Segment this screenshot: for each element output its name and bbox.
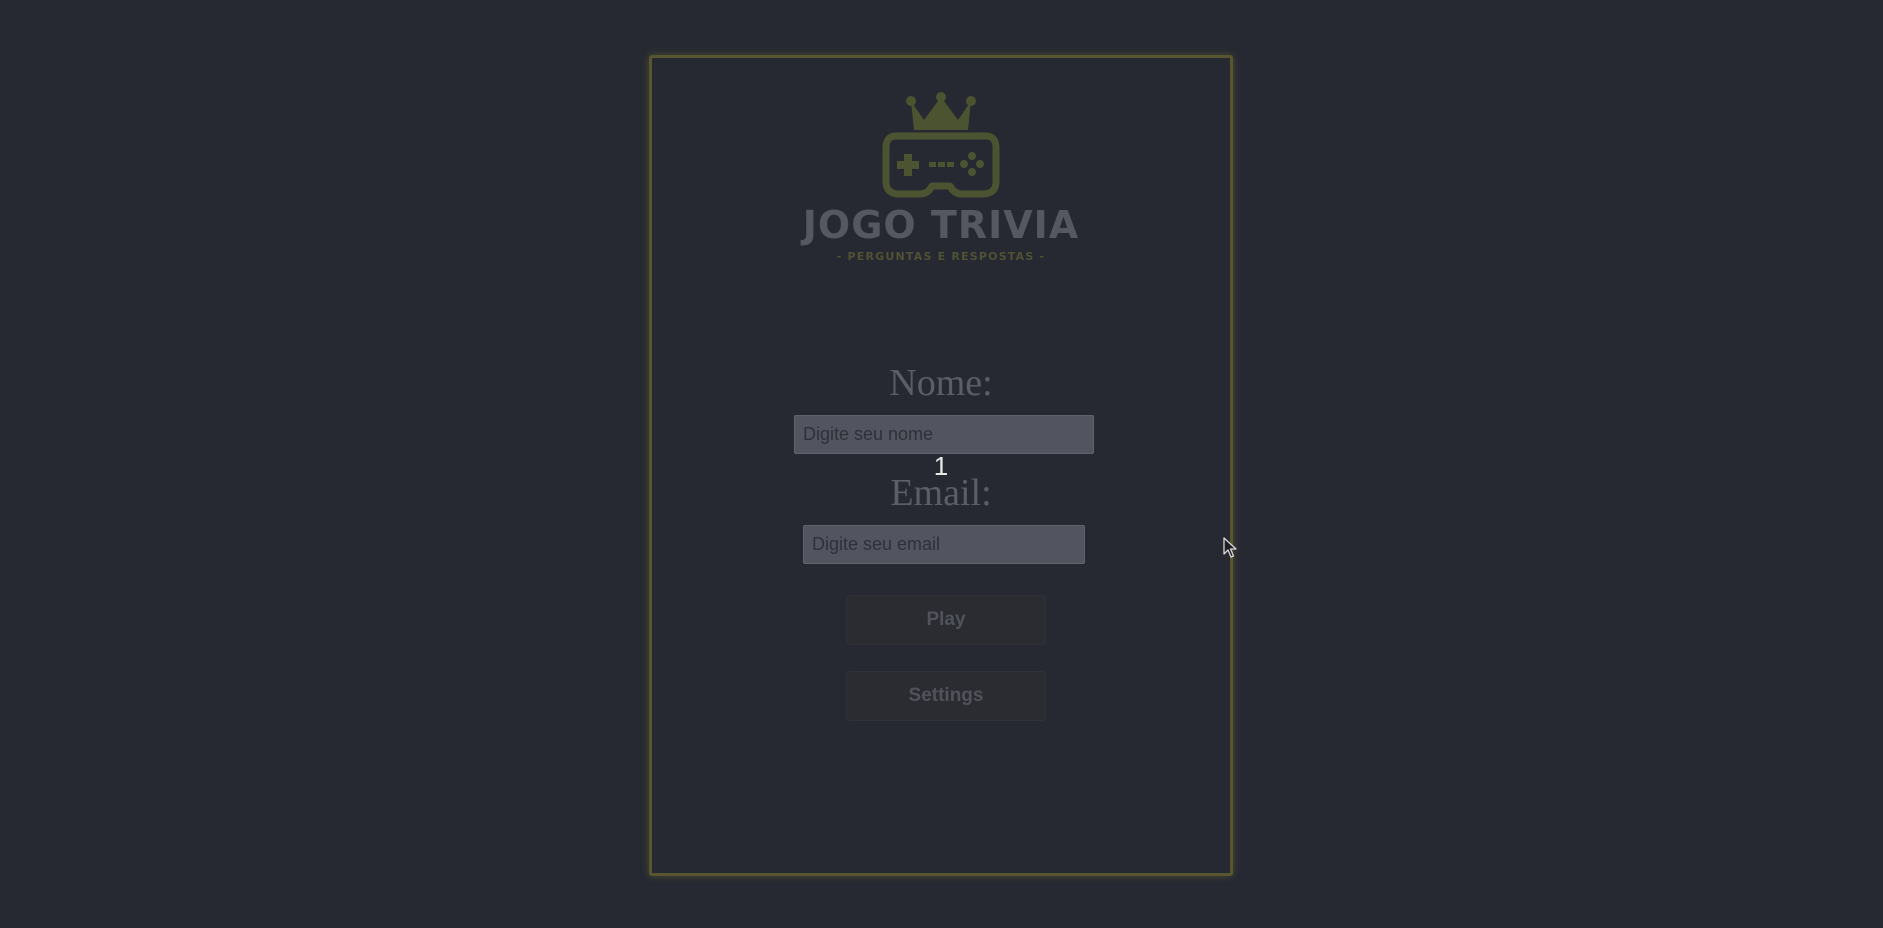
mouse-cursor-icon	[1223, 537, 1237, 558]
logo-title: JOGO TRIVIA	[802, 203, 1080, 247]
name-input[interactable]	[794, 415, 1094, 454]
app-logo: JOGO TRIVIA - PERGUNTAS E RESPOSTAS -	[652, 92, 1230, 263]
crowned-gamepad-icon	[882, 92, 1000, 198]
name-label: Nome:	[889, 362, 993, 404]
email-input[interactable]	[803, 525, 1085, 564]
logo-subtitle: - PERGUNTAS E RESPOSTAS -	[836, 250, 1046, 263]
email-label: Email:	[890, 472, 992, 514]
login-card: JOGO TRIVIA - PERGUNTAS E RESPOSTAS - No…	[649, 55, 1233, 876]
settings-button[interactable]: Settings	[846, 671, 1046, 721]
play-button[interactable]: Play	[846, 595, 1046, 645]
